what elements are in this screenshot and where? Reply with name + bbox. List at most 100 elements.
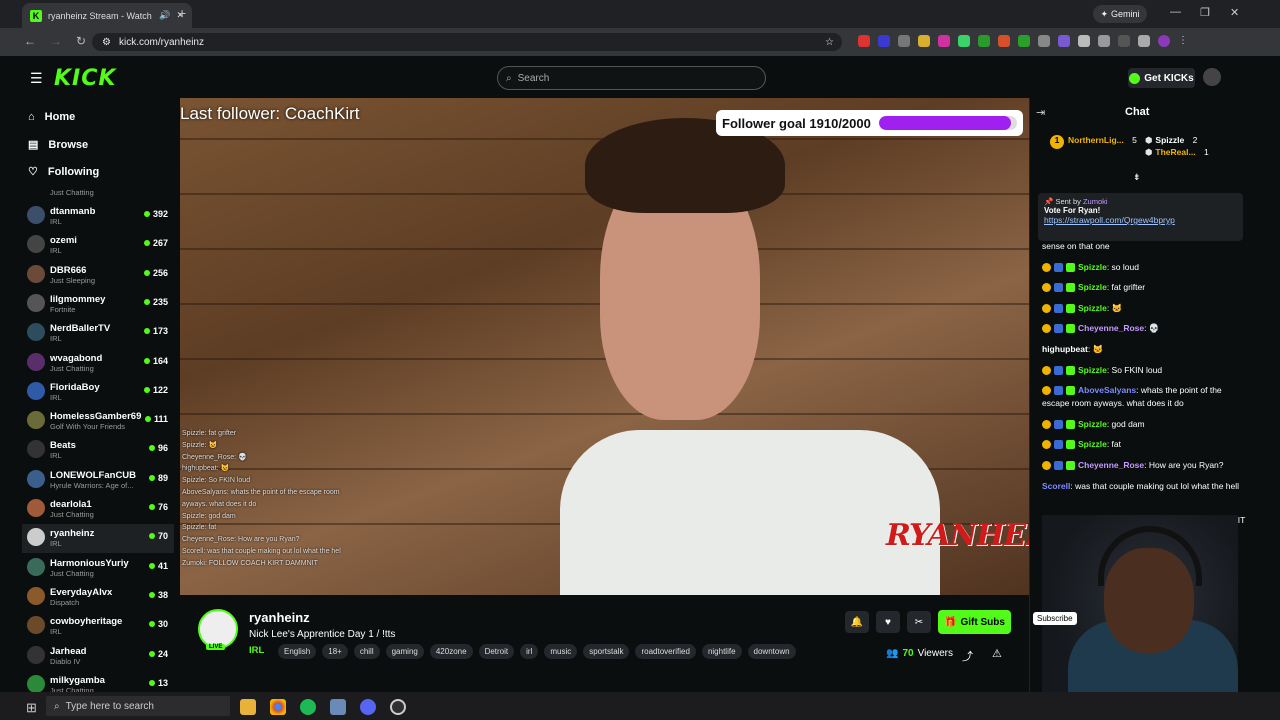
obs-icon[interactable] xyxy=(390,699,406,715)
stream-tag[interactable]: irl xyxy=(520,644,539,659)
sidebar-channel-nerdballertv[interactable]: NerdBallerTV IRL 173 xyxy=(22,319,174,348)
chat-username[interactable]: Spizzle xyxy=(1078,439,1107,449)
app-icon[interactable] xyxy=(330,699,346,715)
chat-username[interactable]: Spizzle xyxy=(1078,303,1107,313)
new-tab-button[interactable]: + xyxy=(178,5,186,21)
notification-bell-button[interactable]: 🔔 xyxy=(845,611,869,633)
reload-icon[interactable]: ↻ xyxy=(76,34,86,48)
chat-message[interactable]: Scorell: was that couple making out lol … xyxy=(1042,480,1250,493)
chat-username[interactable]: Spizzle xyxy=(1078,365,1107,375)
hamburger-menu-icon[interactable]: ☰ xyxy=(30,70,43,87)
extension-icon[interactable] xyxy=(978,35,990,47)
stream-tag[interactable]: 420zone xyxy=(429,644,473,659)
chat-message[interactable]: Spizzle: fat grifter xyxy=(1042,281,1250,294)
streamer-avatar[interactable] xyxy=(198,609,238,649)
sidebar-channel-jarhead[interactable]: Jarhead Diablo IV 24 xyxy=(22,642,174,671)
report-icon[interactable]: ⚠ xyxy=(992,647,1002,660)
clip-button[interactable]: ✂ xyxy=(907,611,931,633)
chat-username[interactable]: highupbeat xyxy=(1042,344,1088,354)
stream-tag[interactable]: Detroit xyxy=(478,644,515,659)
expand-leaderboard-icon[interactable]: ⇟ xyxy=(1133,172,1141,183)
sidebar-channel-dtanmanb[interactable]: dtanmanb IRL 392 xyxy=(22,202,174,231)
get-kicks-button[interactable]: Get KICKs xyxy=(1128,68,1195,88)
taskbar-search[interactable]: ⌕ Type here to search xyxy=(46,696,230,716)
spotify-icon[interactable] xyxy=(300,699,316,715)
stream-tag[interactable]: gaming xyxy=(385,644,424,659)
extension-icon[interactable] xyxy=(858,35,870,47)
pinned-link[interactable]: https://strawpoll.com/Qrgew4bpryp xyxy=(1044,215,1237,225)
stream-tag[interactable]: nightlife xyxy=(701,644,742,659)
stream-tag[interactable]: downtown xyxy=(747,644,796,659)
extension-icon[interactable] xyxy=(918,35,930,47)
address-bar[interactable]: ⚙ kick.com/ryanheinz ☆ xyxy=(92,33,842,51)
chat-message[interactable]: Cheyenne_Rose: How are you Ryan? xyxy=(1042,459,1250,472)
sidebar-item-home[interactable]: ⌂ Home xyxy=(28,111,75,123)
search-input[interactable]: ⌕ Search xyxy=(497,66,766,90)
discord-icon[interactable] xyxy=(360,699,376,715)
stream-tag[interactable]: music xyxy=(544,644,578,659)
leaderboard-entry[interactable]: ⬢ Spizzle 2 xyxy=(1145,135,1197,146)
extension-icon[interactable] xyxy=(1118,35,1130,47)
sidebar-channel-wvagabond[interactable]: wvagabond Just Chatting 164 xyxy=(22,349,174,378)
chat-username[interactable]: Scorell xyxy=(1042,481,1070,491)
sidebar-channel-homelessgamber69[interactable]: HomelessGamber69 Golf With Your Friends 11… xyxy=(22,407,174,436)
extension-icon[interactable] xyxy=(898,35,910,47)
extension-icon[interactable] xyxy=(1098,35,1110,47)
chat-message[interactable]: Spizzle: 🐱 xyxy=(1042,302,1250,315)
chat-username[interactable]: Spizzle xyxy=(1078,262,1107,272)
browser-tab[interactable]: K ryanheinz Stream - Watch L 🔊 ✕ xyxy=(22,3,192,28)
share-icon[interactable]: ⤴ xyxy=(962,648,973,664)
extension-icon[interactable] xyxy=(1138,35,1150,47)
chat-username[interactable]: Cheyenne_Rose xyxy=(1078,460,1144,470)
stream-tag[interactable]: English xyxy=(278,644,317,659)
profile-avatar-icon[interactable] xyxy=(1158,35,1170,47)
chat-message[interactable]: Spizzle: fat xyxy=(1042,438,1250,451)
chat-message[interactable]: Cheyenne_Rose: 💀 xyxy=(1042,322,1250,335)
stream-tag[interactable]: roadtoverified xyxy=(635,644,696,659)
extension-icon[interactable] xyxy=(878,35,890,47)
chat-message[interactable]: highupbeat: 🐱 xyxy=(1042,343,1250,356)
windows-start-icon[interactable]: ⊞ xyxy=(26,700,37,716)
sidebar-channel-lilgmommey[interactable]: lilgmommey Fortnite 235 xyxy=(22,290,174,319)
chat-username[interactable]: Spizzle xyxy=(1078,282,1107,292)
chrome-icon[interactable] xyxy=(270,699,286,715)
mute-tab-icon[interactable]: 🔊 xyxy=(159,10,170,21)
chat-username[interactable]: AboveSalyans xyxy=(1078,385,1136,395)
user-avatar[interactable] xyxy=(1203,68,1221,86)
sidebar-channel-ozemi[interactable]: ozemi IRL 267 xyxy=(22,231,174,260)
chat-message[interactable]: Spizzle: god dam xyxy=(1042,418,1250,431)
follow-button[interactable]: ♥ xyxy=(876,611,900,633)
gemini-button[interactable]: ✦ Gemini xyxy=(1093,5,1147,23)
extension-icon[interactable] xyxy=(998,35,1010,47)
extension-icon[interactable] xyxy=(938,35,950,47)
site-info-icon[interactable]: ⚙ xyxy=(102,37,111,48)
chat-username[interactable]: Cheyenne_Rose xyxy=(1078,323,1144,333)
extension-icon[interactable] xyxy=(1038,35,1050,47)
maximize-button[interactable]: ❐ xyxy=(1200,6,1210,19)
sidebar-channel-harmoniousyuriy[interactable]: HarmoniousYuriy Just Chatting 41 xyxy=(22,554,174,583)
chat-message[interactable]: Spizzle: so loud xyxy=(1042,261,1250,274)
chat-message[interactable]: AboveSalyans: whats the point of the esc… xyxy=(1042,384,1250,410)
back-arrow-icon[interactable]: ← xyxy=(24,34,36,48)
close-window-button[interactable]: ✕ xyxy=(1230,6,1239,19)
sidebar-channel-cowboyheritage[interactable]: cowboyheritage IRL 30 xyxy=(22,612,174,641)
sidebar-channel-floridaboy[interactable]: FloridaBoy IRL 122 xyxy=(22,378,174,407)
stream-tag[interactable]: sportstalk xyxy=(583,644,630,659)
stream-category[interactable]: IRL xyxy=(249,645,264,656)
sidebar-item-browse[interactable]: ▤ Browse xyxy=(28,138,88,152)
chat-message[interactable]: Spizzle: So FKIN loud xyxy=(1042,364,1250,377)
file-explorer-icon[interactable] xyxy=(240,699,256,715)
bookmark-star-icon[interactable]: ☆ xyxy=(825,37,834,48)
extension-icon[interactable] xyxy=(1018,35,1030,47)
sidebar-channel-dearlola1[interactable]: dearlola1 Just Chatting 76 xyxy=(22,495,174,524)
chat-message[interactable]: sense on that one xyxy=(1042,240,1250,253)
browser-menu-icon[interactable]: ⋮ xyxy=(1178,35,1190,47)
stream-tag[interactable]: 18+ xyxy=(322,644,348,659)
kick-logo[interactable]: KICK xyxy=(54,66,116,91)
forward-arrow-icon[interactable]: → xyxy=(50,34,62,48)
pinned-message[interactable]: 📌 Sent by Zumoki Vote For Ryan! https://… xyxy=(1038,193,1243,241)
extension-icon[interactable] xyxy=(958,35,970,47)
sidebar-channel-everydayalvx[interactable]: EverydayAlvx Dispatch 38 xyxy=(22,583,174,612)
extension-icon[interactable] xyxy=(1058,35,1070,47)
minimize-button[interactable]: — xyxy=(1170,6,1181,18)
